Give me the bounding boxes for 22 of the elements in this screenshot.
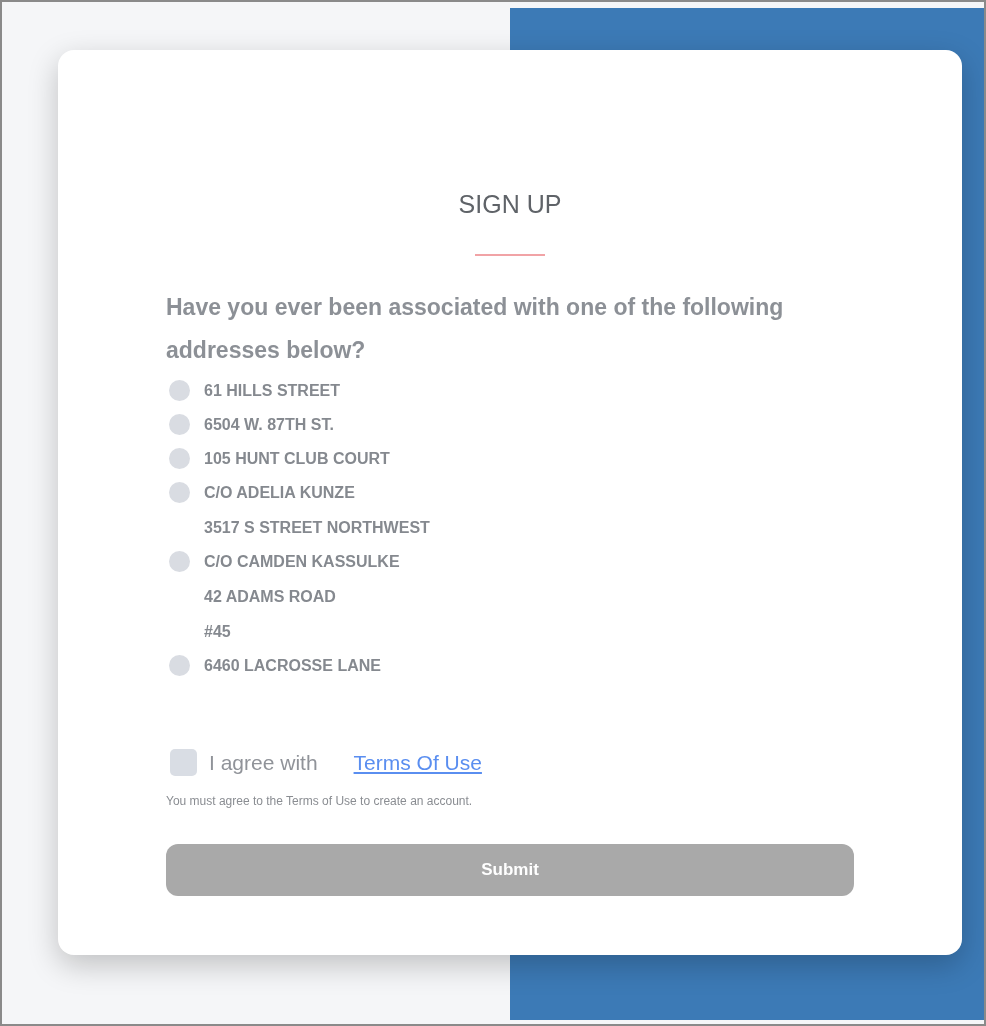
address-line: 6460 LACROSSE LANE: [204, 656, 381, 676]
question-text: Have you ever been associated with one of the following addresses below?: [166, 293, 785, 365]
radio-button[interactable]: [169, 448, 190, 469]
radio-button[interactable]: [169, 551, 190, 572]
radio-button[interactable]: [169, 414, 190, 435]
address-line: C/O CAMDEN KASSULKE: [204, 552, 400, 572]
agree-checkbox[interactable]: [170, 749, 197, 776]
address-line: 105 HUNT CLUB COURT: [204, 449, 390, 469]
form-title: SIGN UP: [457, 190, 563, 219]
radio-button[interactable]: [169, 655, 190, 676]
terms-link[interactable]: Terms Of Use: [353, 750, 482, 775]
radio-button[interactable]: [169, 482, 190, 503]
title-underline: [475, 254, 545, 256]
address-line: 3517 S STREET NORTHWEST: [204, 518, 430, 538]
terms-note: You must agree to the Terms of Use to create an account.: [166, 794, 474, 808]
address-line: 61 HILLS STREET: [204, 381, 341, 401]
address-line: C/O ADELIA KUNZE: [204, 483, 356, 503]
address-line: 6504 W. 87TH ST.: [204, 415, 334, 435]
address-line: #45: [204, 622, 232, 642]
radio-button[interactable]: [169, 380, 190, 401]
agree-label: I agree with: [209, 750, 318, 775]
address-line: 42 ADAMS ROAD: [204, 587, 337, 607]
